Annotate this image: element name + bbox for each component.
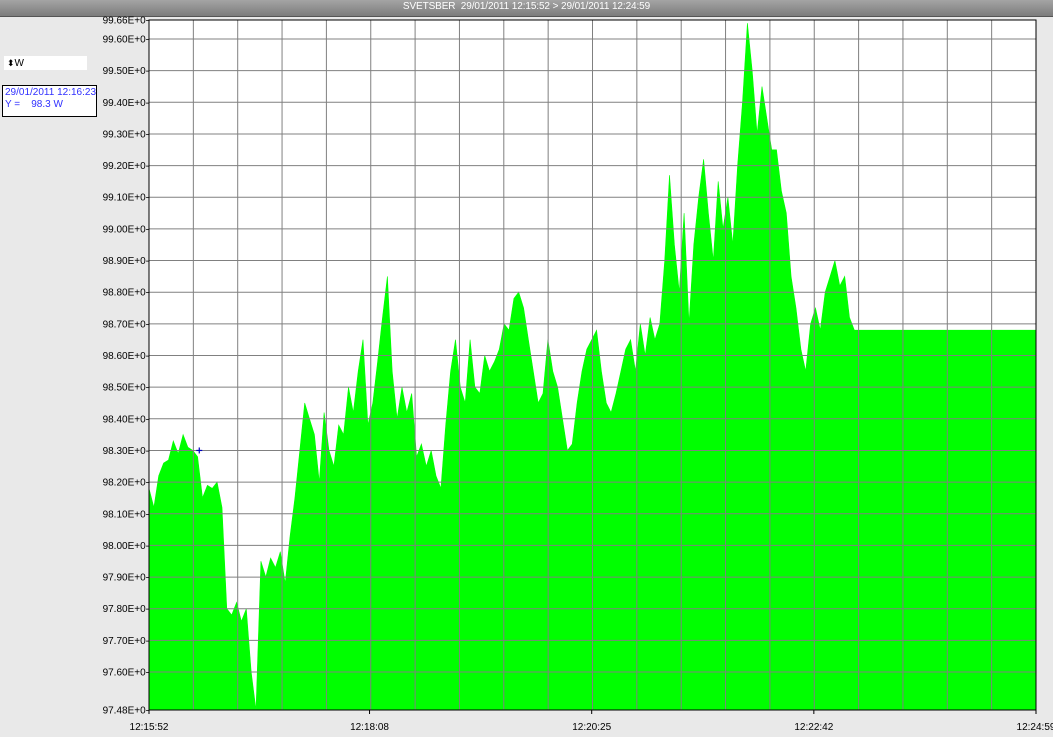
y-tick-label: 97.80E+0- — [103, 604, 149, 615]
y-tick-label: 99.60E+0- — [103, 34, 149, 45]
x-tick-label: 12:24:59 — [1017, 722, 1053, 733]
y-tick-label: 98.90E+0- — [103, 256, 149, 267]
y-tick-label: 98.00E+0- — [103, 541, 149, 552]
y-tick-label: 98.80E+0- — [103, 288, 149, 299]
chart-svg: 99.66E+0- 99.60E+0- 99.50E+0- 99.40E+0- 99.3… — [103, 16, 1053, 734]
y-tick-label: 99.30E+0- — [103, 129, 149, 140]
y-tick-label: 99.10E+0- — [103, 193, 149, 204]
x-tick-label: 12:20:25 — [572, 722, 611, 733]
y-tick-label: 98.30E+0- — [103, 446, 149, 457]
y-tick-label: 99.50E+0- — [103, 66, 149, 77]
y-tick-label: 97.90E+0- — [103, 573, 149, 584]
grid-group — [149, 20, 1036, 710]
x-tick-label: 12:22:42 — [794, 722, 833, 733]
y-axis: 99.66E+0- 99.60E+0- 99.50E+0- 99.40E+0- 99.3… — [103, 16, 149, 717]
y-tick-label: 98.40E+0- — [103, 414, 149, 425]
y-tick-label: 99.20E+0- — [103, 161, 149, 172]
x-tick-label: 12:18:08 — [350, 722, 389, 733]
y-tick-label: 99.40E+0- — [103, 98, 149, 109]
y-tick-label: 99.00E+0- — [103, 224, 149, 235]
y-tick-label: 98.50E+0- — [103, 383, 149, 394]
y-tick-label: 98.20E+0- — [103, 478, 149, 489]
y-tick-label: 99.66E+0- — [103, 16, 149, 27]
y-tick-label: 98.60E+0- — [103, 351, 149, 362]
y-tick-label: 98.10E+0- — [103, 509, 149, 520]
y-tick-label: 97.60E+0- — [103, 668, 149, 679]
y-tick-label: 98.70E+0- — [103, 319, 149, 330]
x-tick-label: 12:15:52 — [130, 722, 169, 733]
y-tick-label: 97.48E+0- — [103, 706, 149, 717]
y-tick-label: 97.70E+0- — [103, 636, 149, 647]
